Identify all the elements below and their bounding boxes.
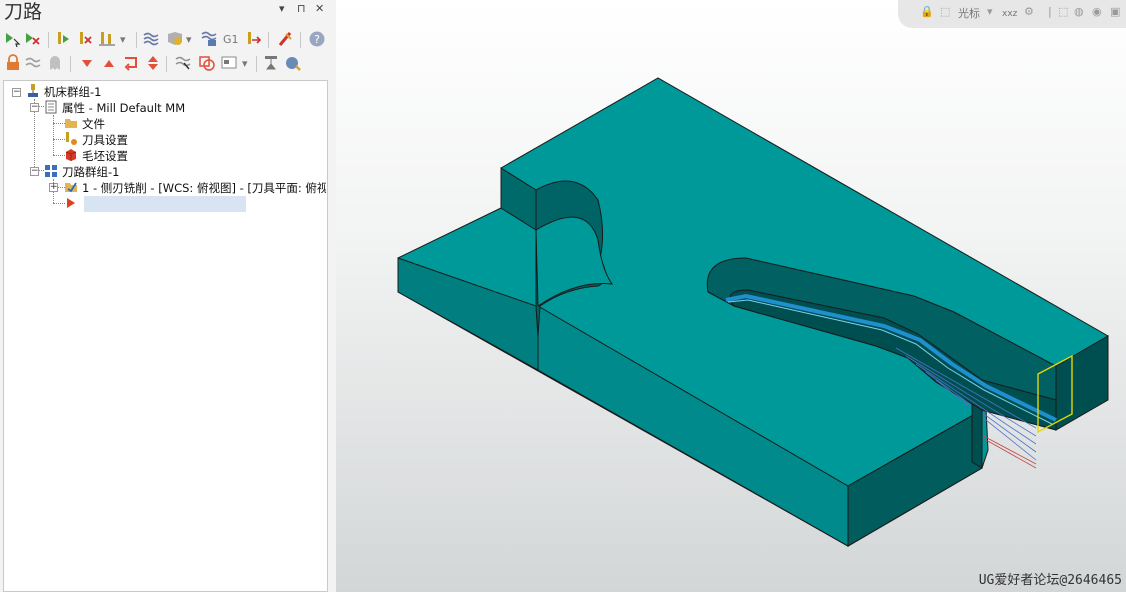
toggle-toolpath-icon[interactable] bbox=[98, 30, 116, 48]
display-options-icon[interactable] bbox=[220, 54, 238, 72]
tree-item-properties[interactable]: 属性 - Mill Default MM bbox=[44, 100, 185, 116]
post-selected-icon[interactable] bbox=[200, 30, 218, 48]
toolpath-group-label: 刀路群组-1 bbox=[62, 165, 120, 179]
cursor-dropdown-button[interactable]: 光标 bbox=[958, 5, 980, 21]
tree-item-files[interactable]: 文件 bbox=[64, 116, 105, 132]
cursor-dropdown-arrow-icon[interactable]: ▾ bbox=[987, 5, 993, 18]
wireframe-icon[interactable]: ◉ bbox=[1092, 5, 1102, 18]
copy-geometry-icon[interactable] bbox=[198, 54, 216, 72]
stock-setup-label: 毛坯设置 bbox=[82, 149, 128, 163]
expand-toggle-machine-group[interactable]: − bbox=[12, 88, 21, 97]
operation-label: 1 - 侧刃铣削 - [WCS: 俯视图] - [刀具平面: 俯视图] bbox=[82, 181, 326, 195]
regenerate-selected-icon[interactable] bbox=[54, 30, 72, 48]
stock-cube-icon bbox=[64, 148, 78, 162]
watermark: UG爱好者论坛@2646465 bbox=[978, 573, 1122, 588]
select-visible-icon[interactable] bbox=[174, 54, 192, 72]
verify-icon[interactable] bbox=[166, 30, 184, 48]
panel-title: 刀路 bbox=[4, 1, 43, 23]
viewport-lock-icon[interactable]: 🔒 bbox=[920, 5, 934, 18]
part-3d-model bbox=[397, 77, 1109, 547]
viewport-quick-toolbar: 🔒 ⬚ 光标 ▾ xxz ⚙ | ⬚ ◍ ◉ ▣ bbox=[898, 0, 1126, 28]
operation-folder-icon bbox=[64, 180, 78, 194]
backplot-icon[interactable] bbox=[262, 54, 280, 72]
gear-snap-icon[interactable]: ⚙ bbox=[1024, 5, 1034, 18]
insert-after-icon[interactable] bbox=[122, 54, 140, 72]
tree-item-stock-setup[interactable]: 毛坯设置 bbox=[64, 148, 128, 164]
lock-icon[interactable] bbox=[4, 54, 22, 72]
operations-tree: − 机床群组-1 − 属性 - Mill Default MM 文件 刀具设置 … bbox=[3, 80, 328, 592]
expand-toggle-properties[interactable]: − bbox=[30, 103, 39, 112]
properties-label: 属性 - Mill Default MM bbox=[62, 101, 186, 115]
tool-settings-icon bbox=[64, 132, 78, 146]
graphics-viewport[interactable]: 🔒 ⬚ 光标 ▾ xxz ⚙ | ⬚ ◍ ◉ ▣ UG爱好者论坛@2646465 bbox=[336, 0, 1126, 592]
pin-icon[interactable]: ⊓ bbox=[297, 2, 306, 15]
tool-settings-label: 刀具设置 bbox=[82, 133, 128, 147]
edit-tool-icon[interactable] bbox=[276, 30, 294, 48]
toggle-posting-icon[interactable] bbox=[24, 54, 42, 72]
properties-icon bbox=[44, 100, 58, 114]
move-up-icon[interactable] bbox=[100, 54, 118, 72]
panel-menu-dropdown-icon[interactable]: ▾ bbox=[279, 2, 285, 15]
part-front-keyway bbox=[971, 403, 983, 469]
toolpaths-panel: 刀路 ▾ ⊓ ✕ ▾ ▾ G1 ? ▾ − 机床群组-1 − 属性 - Mill… bbox=[0, 0, 336, 592]
view-divider: | bbox=[1048, 5, 1052, 18]
help-icon[interactable]: ? bbox=[308, 30, 326, 48]
ghost-icon[interactable] bbox=[46, 54, 64, 72]
cursor-snap-icon[interactable]: ⬚ bbox=[940, 5, 950, 18]
tree-item-machine-group[interactable]: 机床群组-1 bbox=[26, 84, 101, 100]
tree-item-toolpath-group[interactable]: 刀路群组-1 bbox=[44, 164, 119, 180]
svg-text:?: ? bbox=[314, 33, 320, 46]
insert-arrow-icon bbox=[64, 196, 78, 210]
g1-post-button[interactable]: G1 bbox=[223, 33, 239, 46]
expand-toggle-toolpath-group[interactable]: − bbox=[30, 167, 39, 176]
toolpath-group-icon bbox=[44, 164, 58, 178]
machine-group-label: 机床群组-1 bbox=[44, 85, 102, 99]
select-all-operations-icon[interactable] bbox=[4, 30, 22, 48]
view-cube-icon[interactable]: ▣ bbox=[1110, 5, 1120, 18]
shading-icon[interactable]: ◍ bbox=[1074, 5, 1084, 18]
expand-toggle-operation[interactable]: + bbox=[49, 183, 58, 192]
tree-item-operation-1[interactable]: 1 - 侧刃铣削 - [WCS: 俯视图] - [刀具平面: 俯视图] bbox=[64, 180, 326, 196]
close-icon[interactable]: ✕ bbox=[315, 2, 324, 15]
insert-arrow-marker bbox=[64, 196, 82, 212]
tree-insert-selection[interactable] bbox=[84, 196, 246, 212]
tree-item-tool-settings[interactable]: 刀具设置 bbox=[64, 132, 128, 148]
high-speed-icon[interactable] bbox=[244, 30, 262, 48]
folder-icon bbox=[64, 116, 78, 130]
regenerate-dirty-icon[interactable] bbox=[76, 30, 94, 48]
select-filter-icon[interactable]: ⬚ bbox=[1058, 5, 1068, 18]
machine-group-icon bbox=[26, 84, 40, 98]
files-label: 文件 bbox=[82, 117, 105, 131]
expand-collapse-icon[interactable] bbox=[144, 54, 162, 72]
deselect-operations-icon[interactable] bbox=[24, 30, 42, 48]
simulate-toolpath-icon[interactable] bbox=[142, 30, 160, 48]
xyz-snap-button[interactable]: xxz bbox=[1002, 9, 1017, 19]
move-down-icon[interactable] bbox=[78, 54, 96, 72]
tool-manager-icon[interactable] bbox=[284, 54, 302, 72]
